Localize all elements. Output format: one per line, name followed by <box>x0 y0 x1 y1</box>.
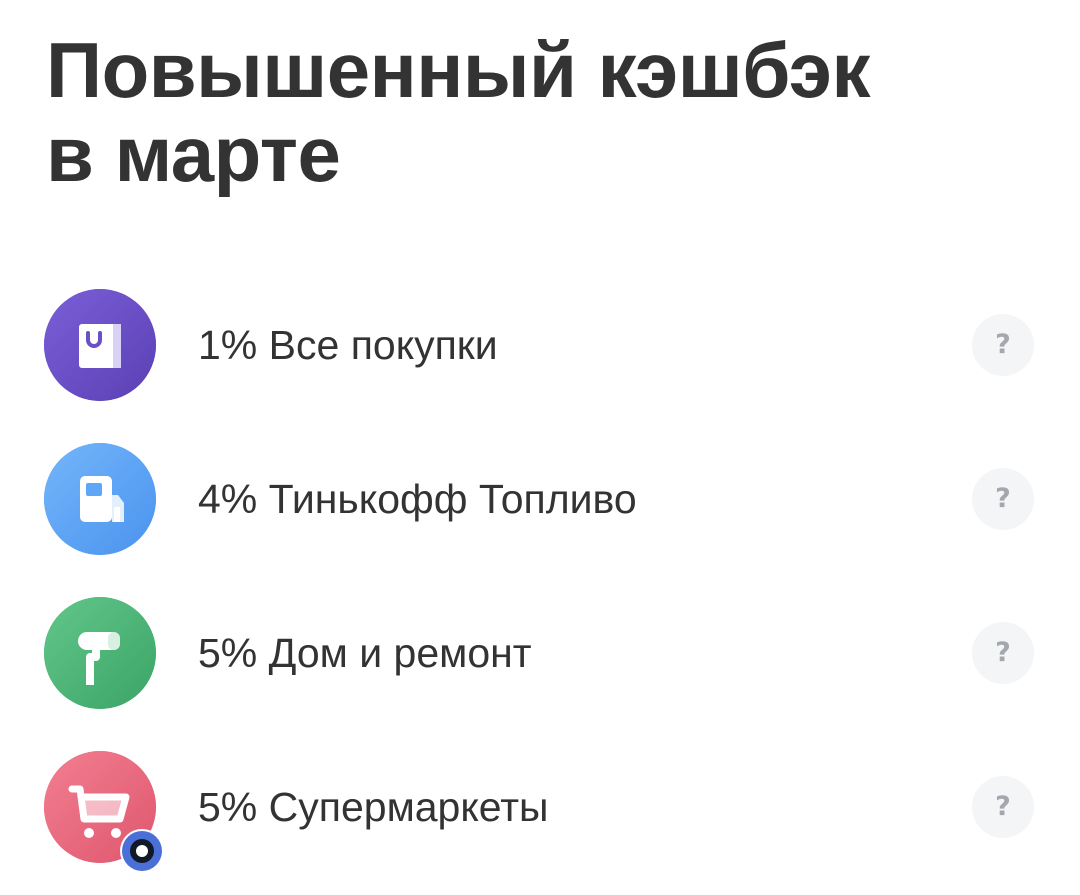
page-title: Повышенный кэшбэк в марте <box>46 28 870 196</box>
cashback-item-label: 5% Супермаркеты <box>198 784 549 830</box>
fuel-pump-icon <box>44 443 156 555</box>
page-title-line-1: Повышенный кэшбэк <box>46 26 870 114</box>
cashback-item-label: 1% Все покупки <box>198 322 498 368</box>
cashback-item-label: 5% Дом и ремонт <box>198 630 532 676</box>
paint-roller-icon <box>44 597 156 709</box>
cashback-item-label: 4% Тинькофф Топливо <box>198 476 637 522</box>
cashback-item-supermarkets[interactable]: 5% Супермаркеты ? <box>0 751 1080 873</box>
status-badge <box>120 829 164 873</box>
help-icon[interactable]: ? <box>972 776 1034 838</box>
cashback-item-all-purchases[interactable]: 1% Все покупки ? <box>0 289 1080 409</box>
help-icon[interactable]: ? <box>972 314 1034 376</box>
help-icon[interactable]: ? <box>972 468 1034 530</box>
cashback-item-fuel[interactable]: 4% Тинькофф Топливо ? <box>0 443 1080 563</box>
cashback-item-home-repair[interactable]: 5% Дом и ремонт ? <box>0 597 1080 717</box>
help-icon[interactable]: ? <box>972 622 1034 684</box>
shopping-bag-icon <box>44 289 156 401</box>
page-title-line-2: в марте <box>46 110 341 198</box>
